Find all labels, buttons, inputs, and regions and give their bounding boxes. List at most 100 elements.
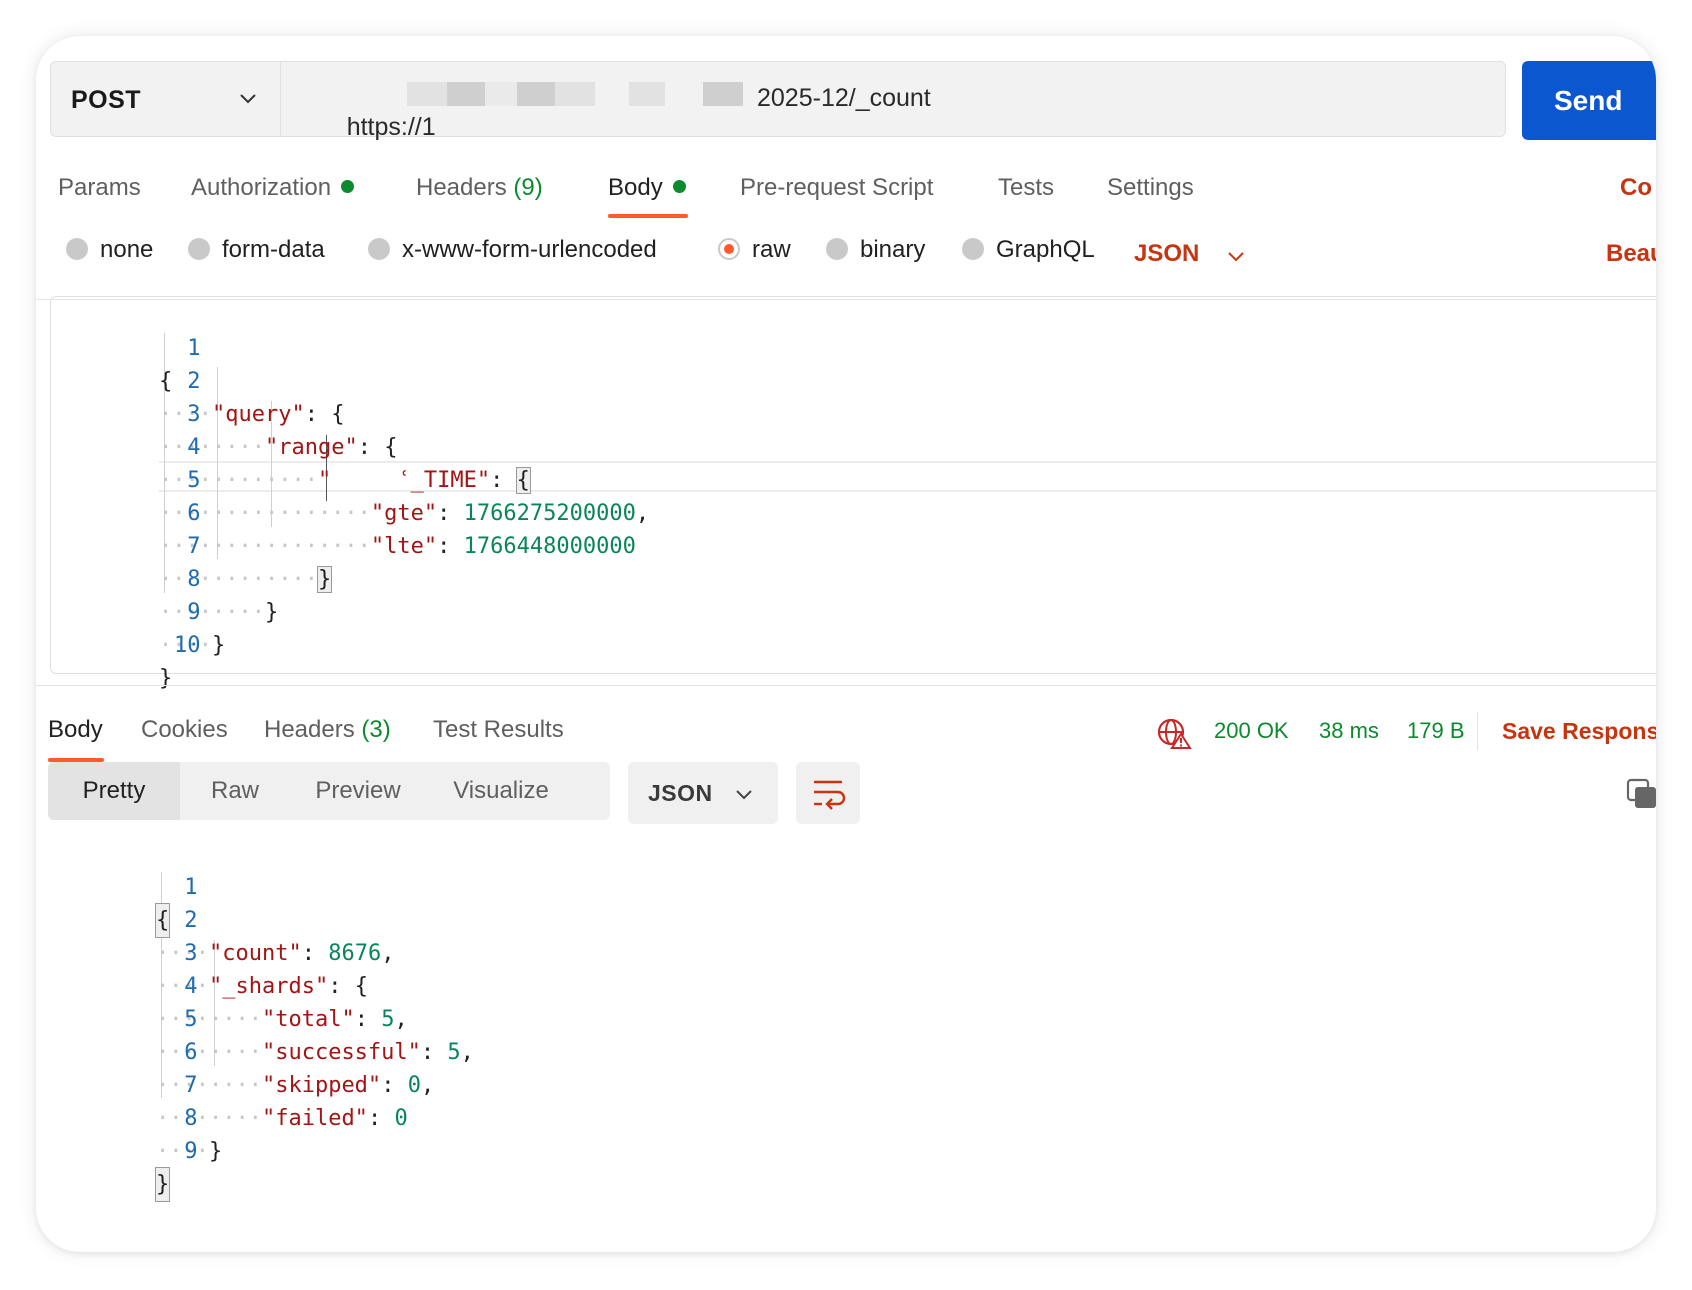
copy-icon[interactable] — [1626, 778, 1656, 810]
method-dropdown[interactable]: POST — [51, 62, 281, 136]
json-number: 1766275200000 — [463, 501, 636, 526]
line-number: 3 — [187, 402, 201, 427]
response-tab-headers[interactable]: Headers (3) — [264, 716, 391, 744]
code-line: 4 ········"total": 5, — [48, 937, 408, 1032]
code-line: 4 ············" ʿ_TIME": { — [51, 398, 531, 494]
response-tab-cookies[interactable]: Cookies — [141, 716, 228, 744]
code-brace: } — [264, 600, 279, 625]
divider — [36, 685, 1656, 686]
json-number: 8676 — [328, 941, 382, 966]
code-brace: { — [331, 402, 345, 427]
tab-pre-request-script[interactable]: Pre-request Script — [740, 174, 933, 202]
radio-graphql[interactable]: GraphQL — [962, 236, 1095, 268]
redaction-block — [629, 82, 665, 106]
code-line: 6 ········"skipped": 0, — [48, 1003, 434, 1098]
response-body-viewer[interactable]: 1 { 2 ····"count": 8676, 3 ····"_shards"… — [48, 836, 1654, 1202]
line-number: 2 — [187, 369, 201, 394]
redaction-block — [555, 82, 595, 106]
code-brace: } — [208, 1139, 223, 1164]
code-brace: } — [316, 566, 333, 593]
radio-icon — [368, 237, 390, 260]
json-key: ʿ_TIME" — [397, 468, 491, 493]
json-key: "count" — [208, 941, 302, 966]
line-number: 5 — [184, 1007, 198, 1032]
radio-none-label: none — [100, 236, 154, 263]
tab-params[interactable]: Params — [58, 174, 141, 202]
line-number: 7 — [187, 534, 201, 559]
code-line: 5 ················"gte": 1766275200000, — [51, 431, 649, 526]
code-line: 10 } — [51, 596, 200, 691]
url-start: https://1 — [346, 113, 436, 141]
cookies-link[interactable]: Co — [1620, 174, 1652, 202]
code-line: 8 ····} — [48, 1069, 222, 1164]
line-number: 2 — [184, 908, 198, 933]
send-button[interactable]: Send — [1522, 61, 1656, 140]
chevron-down-icon[interactable] — [1226, 246, 1246, 266]
radio-urlencoded-label: x-www-form-urlencoded — [402, 236, 657, 263]
line-number: 9 — [184, 1139, 198, 1164]
json-key: "successful" — [261, 1040, 421, 1065]
tab-pre-request-label: Pre-request Script — [740, 174, 934, 201]
radio-graphql-label: GraphQL — [996, 236, 1095, 263]
json-key: "gte" — [370, 501, 438, 526]
code-brace: } — [159, 666, 173, 691]
line-number: 7 — [184, 1073, 198, 1098]
save-response-button[interactable]: Save Respons — [1502, 718, 1656, 745]
active-tab-indicator — [608, 214, 688, 218]
tab-body-label: Body — [608, 174, 663, 201]
code-brace: { — [384, 435, 398, 460]
wrap-lines-button[interactable] — [796, 762, 860, 824]
status-dot — [341, 180, 355, 194]
radio-none[interactable]: none — [66, 236, 153, 268]
json-number: 1766448000000 — [463, 534, 636, 559]
network-globe-warning-icon[interactable] — [1156, 716, 1192, 750]
chevron-down-icon — [240, 94, 256, 104]
beautify-link[interactable]: Beau — [1606, 240, 1656, 268]
line-number: 10 — [173, 633, 201, 658]
radio-binary[interactable]: binary — [826, 236, 925, 268]
radio-form-data[interactable]: form-data — [188, 236, 325, 268]
response-tab-test-results[interactable]: Test Results — [433, 716, 564, 744]
response-time[interactable]: 38 ms — [1319, 718, 1379, 744]
tab-settings[interactable]: Settings — [1107, 174, 1194, 202]
tab-body[interactable]: Body — [608, 174, 686, 202]
method-label: POST — [71, 86, 142, 114]
response-format-label: JSON — [648, 780, 713, 806]
json-key: "total" — [261, 1007, 355, 1032]
response-size[interactable]: 179 B — [1407, 718, 1465, 744]
view-preview[interactable]: Preview — [290, 762, 426, 820]
response-tab-test-results-label: Test Results — [433, 716, 564, 743]
response-tab-body[interactable]: Body — [48, 716, 103, 744]
tab-tests[interactable]: Tests — [998, 174, 1054, 202]
status-code[interactable]: 200 OK — [1214, 718, 1289, 744]
redaction-block — [407, 82, 447, 106]
line-number: 1 — [187, 336, 201, 361]
code-brace: { — [515, 467, 531, 494]
radio-urlencoded[interactable]: x-www-form-urlencoded — [368, 236, 657, 268]
view-visualize[interactable]: Visualize — [426, 762, 576, 820]
tab-headers[interactable]: Headers (9) — [416, 174, 543, 202]
tab-authorization-label: Authorization — [191, 174, 332, 201]
line-number: 6 — [187, 501, 201, 526]
code-line: 7 ········"failed": 0 — [48, 1036, 408, 1131]
radio-form-data-label: form-data — [222, 236, 325, 263]
redaction-block — [447, 82, 485, 106]
tab-tests-label: Tests — [998, 174, 1055, 201]
body-format-dropdown[interactable]: JSON — [1134, 240, 1199, 268]
json-key: "lte" — [370, 534, 438, 559]
view-raw[interactable]: Raw — [180, 762, 290, 820]
tab-authorization[interactable]: Authorization — [191, 174, 355, 202]
request-body-editor[interactable]: 1 { 2 ····"query": { 3 ········"range": … — [50, 296, 1656, 691]
json-number: 5 — [381, 1007, 395, 1032]
headers-count: (3) — [361, 716, 391, 743]
response-tab-headers-label: Headers — [264, 716, 355, 743]
code-line: 7 ············} — [51, 497, 333, 593]
json-key: "skipped" — [261, 1073, 382, 1098]
view-pretty[interactable]: Pretty — [48, 762, 180, 820]
code-line: 8 ········} — [51, 530, 278, 625]
response-format-dropdown[interactable]: JSON — [628, 762, 778, 824]
line-number: 6 — [184, 1040, 198, 1065]
code-line: 9 } — [48, 1102, 197, 1202]
radio-raw[interactable]: raw — [718, 236, 791, 268]
json-key: "failed" — [261, 1106, 368, 1131]
